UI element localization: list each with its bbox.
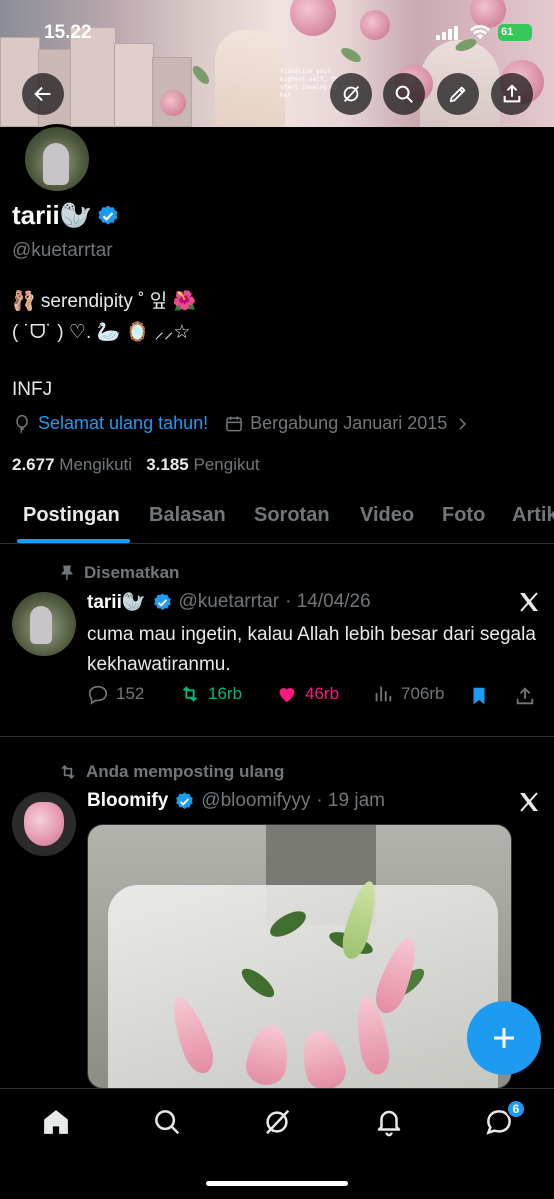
battery-icon: 61 bbox=[498, 24, 532, 41]
like-count: 46rb bbox=[305, 684, 340, 703]
profile-name: tarii🦭 bbox=[12, 200, 93, 230]
post-avatar[interactable] bbox=[12, 592, 76, 656]
plus-icon bbox=[494, 1028, 514, 1048]
verified-badge-icon bbox=[176, 791, 194, 809]
bell-icon bbox=[377, 1110, 401, 1137]
share-icon[interactable] bbox=[514, 685, 536, 707]
tab-video[interactable]: Video bbox=[360, 504, 414, 527]
pin-icon bbox=[61, 565, 73, 580]
arrow-left-icon bbox=[34, 86, 51, 102]
x-logo-icon[interactable] bbox=[517, 790, 541, 814]
search-button[interactable] bbox=[383, 73, 425, 115]
birthday-link[interactable]: Selamat ulang tahun! bbox=[38, 413, 208, 434]
bio-line-3: INFJ bbox=[12, 379, 53, 400]
views-button[interactable]: 706rb bbox=[372, 683, 444, 705]
search-icon bbox=[395, 85, 413, 103]
edit-profile-button[interactable] bbox=[437, 73, 479, 115]
post-author-handle[interactable]: @kuetarrtar bbox=[179, 591, 280, 613]
post-header: tarii🦭 @kuetarrtar · 14/04/26 bbox=[87, 590, 371, 614]
chevron-right-icon[interactable] bbox=[453, 415, 471, 433]
profile-avatar[interactable] bbox=[22, 124, 92, 194]
tab-foto[interactable]: Foto bbox=[442, 504, 485, 527]
profile-meta: Selamat ulang tahun! Bergabung Januari 2… bbox=[12, 413, 471, 434]
back-button[interactable] bbox=[22, 73, 64, 115]
grok-icon bbox=[266, 1109, 290, 1135]
nav-home[interactable] bbox=[41, 1107, 71, 1137]
profile-name-row: tarii🦭 bbox=[12, 200, 120, 231]
tab-balasan[interactable]: Balasan bbox=[149, 504, 226, 527]
grok-button[interactable] bbox=[330, 73, 372, 115]
battery-level: 61 bbox=[501, 26, 514, 38]
follow-stats: 2.677 Mengikuti 3.185 Pengikut bbox=[12, 455, 260, 475]
post-author-name[interactable]: tarii🦭 bbox=[87, 590, 146, 614]
cellular-signal-icon bbox=[436, 26, 462, 40]
search-icon bbox=[155, 1110, 180, 1135]
heart-icon bbox=[279, 688, 295, 703]
joined-date[interactable]: Bergabung Januari 2015 bbox=[250, 413, 447, 434]
tab-postingan[interactable]: Postingan bbox=[23, 504, 120, 527]
bio-line-2: ( ˙ᗜ˙ ) ♡. 🦢 🪞 ⸝⸝☆ bbox=[12, 322, 191, 343]
status-bar: 15.22 61 bbox=[0, 0, 554, 66]
following-count: 2.677 bbox=[12, 455, 55, 474]
repost-context: Anda memposting ulang bbox=[58, 762, 284, 782]
followers-count: 3.185 bbox=[146, 455, 189, 474]
followers-label: Pengikut bbox=[193, 455, 260, 474]
home-indicator bbox=[206, 1181, 348, 1186]
messages-badge: 6 bbox=[506, 1099, 526, 1119]
reply-button[interactable]: 152 bbox=[87, 683, 144, 705]
repost-label: Anda memposting ulang bbox=[86, 762, 285, 781]
bio-line-1: 🩰 serendipity ˚ 잎 🌺 bbox=[12, 291, 197, 312]
share-button[interactable] bbox=[491, 73, 533, 115]
pinned-context: Disematkan bbox=[58, 563, 179, 583]
tab-artikel[interactable]: Artikel bbox=[512, 504, 554, 527]
nav-search[interactable] bbox=[152, 1107, 182, 1137]
post-date[interactable]: · 19 jam bbox=[316, 790, 385, 812]
repost-button[interactable]: 16rb bbox=[179, 683, 242, 705]
repost-icon bbox=[61, 764, 75, 780]
like-button[interactable]: 46rb bbox=[276, 683, 339, 705]
post-date[interactable]: · 14/04/26 bbox=[285, 591, 371, 613]
following-link[interactable]: 2.677 Mengikuti bbox=[12, 455, 132, 474]
reply-icon bbox=[88, 685, 108, 705]
balloon-icon bbox=[16, 414, 28, 433]
repost-icon bbox=[182, 686, 198, 702]
post-avatar[interactable] bbox=[12, 792, 76, 856]
tab-sorotan[interactable]: Sorotan bbox=[254, 504, 330, 527]
x-logo-icon[interactable] bbox=[517, 590, 541, 614]
profile-tabs: Postingan Balasan Sorotan Video Foto Art… bbox=[0, 500, 554, 544]
compose-button[interactable] bbox=[467, 1001, 541, 1075]
active-tab-indicator bbox=[17, 539, 130, 543]
post-media-image[interactable] bbox=[87, 824, 512, 1089]
share-icon bbox=[503, 84, 521, 103]
repost-count: 16rb bbox=[208, 684, 243, 703]
pencil-icon bbox=[449, 86, 466, 103]
post-author-handle[interactable]: @bloomifyyy bbox=[201, 790, 310, 812]
post-actions: 152 16rb 46rb 706rb bbox=[87, 683, 547, 711]
wifi-icon bbox=[469, 23, 491, 41]
reply-count: 152 bbox=[116, 684, 145, 703]
post-header: Bloomify @bloomifyyy · 19 jam bbox=[87, 790, 385, 812]
verified-badge-icon[interactable] bbox=[96, 204, 120, 228]
nav-notifications[interactable] bbox=[374, 1107, 404, 1137]
nav-grok[interactable] bbox=[262, 1107, 292, 1137]
verified-badge-icon bbox=[153, 592, 171, 610]
views-chart-icon bbox=[375, 686, 392, 702]
profile-handle: @kuetarrtar bbox=[12, 240, 113, 261]
following-label: Mengikuti bbox=[59, 455, 133, 474]
status-time: 15.22 bbox=[44, 22, 92, 43]
followers-link[interactable]: 3.185 Pengikut bbox=[146, 455, 259, 474]
grok-icon bbox=[343, 86, 360, 102]
post-author-name[interactable]: Bloomify bbox=[87, 790, 168, 812]
post-divider bbox=[0, 736, 554, 737]
views-count: 706rb bbox=[401, 684, 445, 703]
bookmark-icon[interactable] bbox=[468, 685, 490, 707]
pinned-label: Disematkan bbox=[84, 563, 180, 582]
calendar-icon bbox=[226, 416, 242, 431]
home-icon bbox=[44, 1110, 68, 1134]
post-text: cuma mau ingetin, kalau Allah lebih besa… bbox=[87, 624, 536, 675]
